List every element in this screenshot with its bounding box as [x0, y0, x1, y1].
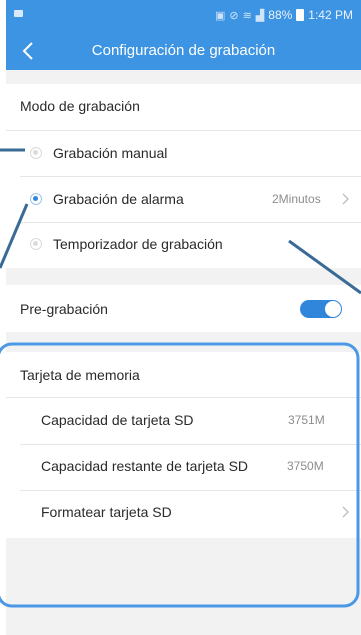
pre-recording-label: Pre-grabación: [20, 301, 108, 317]
chevron-right-icon: [342, 193, 349, 205]
memory-card-section: Tarjeta de memoria Capacidad de tarjeta …: [6, 352, 361, 538]
sim-icon: ▣: [214, 9, 226, 22]
page-title: Configuración de grabación: [91, 42, 276, 59]
option-label: Grabación de alarma: [53, 191, 184, 207]
sd-remaining-label: Capacidad restante de tarjeta SD: [41, 458, 249, 474]
divider: [6, 130, 361, 131]
signal-icon: ▟: [255, 9, 265, 22]
wifi-icon: ≋: [242, 9, 252, 22]
option-alarm-recording[interactable]: Grabación de alarma 2Minutos: [6, 178, 361, 223]
app-bar: Configuración de grabación: [6, 33, 361, 70]
memory-card-header: Tarjeta de memoria: [20, 367, 140, 383]
option-label: Grabación manual: [53, 145, 168, 161]
option-label: Temporizador de grabación: [53, 236, 223, 252]
recording-mode-section: Modo de grabación Grabación manual Graba…: [6, 84, 361, 268]
pre-recording-toggle[interactable]: [300, 300, 342, 318]
pre-recording-section: Pre-grabación: [6, 285, 361, 332]
option-manual-recording[interactable]: Grabación manual: [6, 132, 361, 177]
sd-capacity-row: Capacidad de tarjeta SD 3751M: [6, 399, 361, 444]
alarm-icon: ⊘: [229, 9, 239, 22]
radio-alarm-recording[interactable]: [30, 193, 42, 205]
divider: [6, 397, 361, 398]
recording-mode-header: Modo de grabación: [20, 98, 140, 114]
alarm-duration-value: 2Minutos: [272, 192, 321, 206]
radio-timer-recording[interactable]: [30, 238, 42, 250]
phone-screen: ▣ ⊘ ≋ ▟ 88% 1:42 PM Configuración de gra…: [6, 0, 361, 635]
format-sd-row[interactable]: Formatear tarjeta SD: [6, 491, 361, 536]
chevron-right-icon: [342, 506, 349, 518]
status-bar: ▣ ⊘ ≋ ▟ 88% 1:42 PM: [6, 0, 361, 33]
radio-manual-recording[interactable]: [30, 147, 42, 159]
status-time: 1:42 PM: [308, 8, 353, 22]
sd-capacity-value: 3751M: [288, 413, 325, 427]
divider: [20, 176, 361, 177]
notification-icon: [14, 10, 23, 17]
format-sd-label: Formatear tarjeta SD: [41, 504, 172, 520]
toggle-knob: [325, 301, 341, 317]
sd-remaining-row: Capacidad restante de tarjeta SD 3750M: [6, 445, 361, 490]
battery-icon: [296, 9, 305, 21]
option-timer-recording[interactable]: Temporizador de grabación: [6, 223, 361, 268]
sd-remaining-value: 3750M: [287, 459, 324, 473]
battery-percent: 88%: [268, 8, 293, 22]
sd-capacity-label: Capacidad de tarjeta SD: [41, 412, 194, 428]
